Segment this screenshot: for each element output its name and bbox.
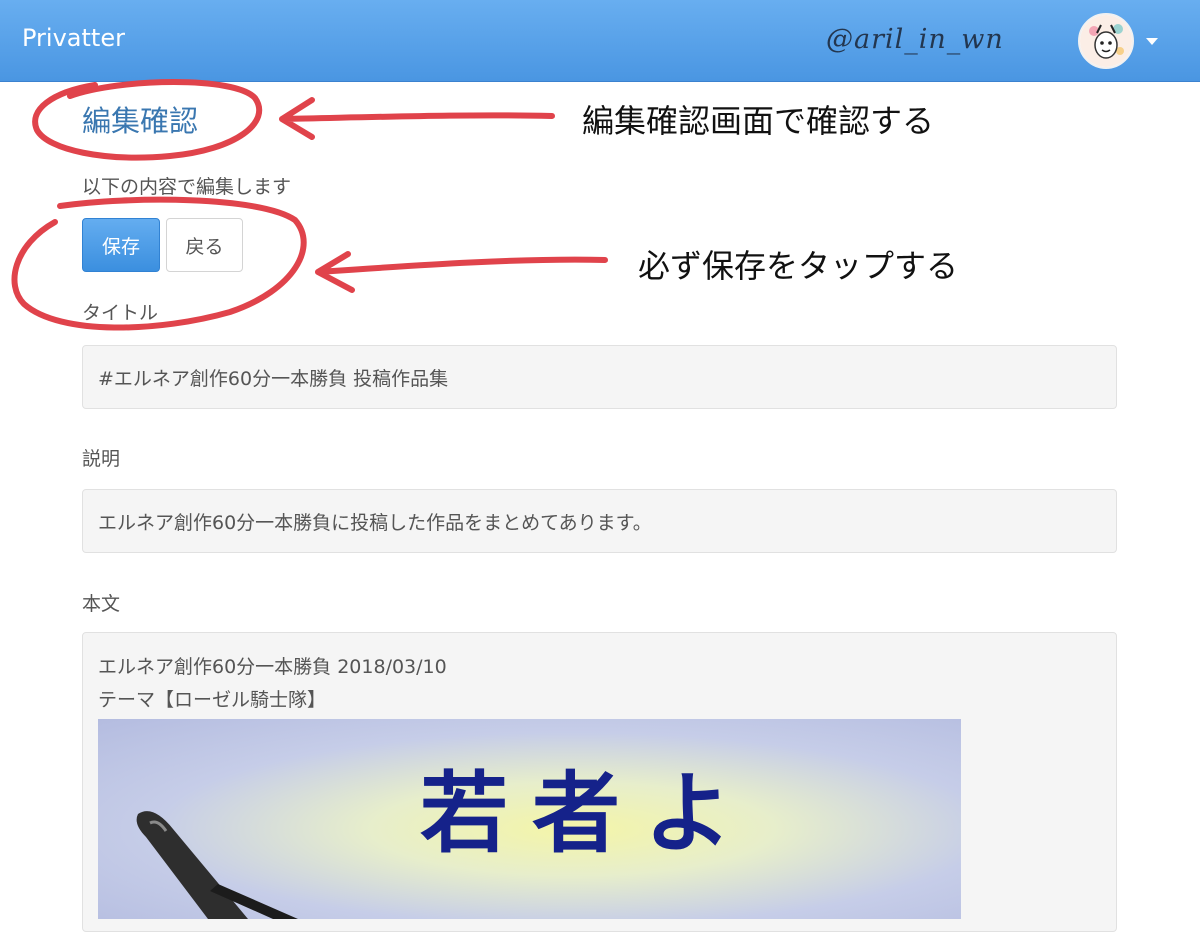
title-value: #エルネア創作60分一本勝負 投稿作品集 <box>98 367 449 390</box>
chevron-down-icon[interactable] <box>1146 38 1158 45</box>
annotation-confirm-note: 編集確認画面で確認する <box>582 102 935 140</box>
body-field: エルネア創作60分一本勝負 2018/03/10 テーマ【ローゼル騎士隊】 若者… <box>82 632 1117 932</box>
annotation-arrow-buttons <box>315 251 608 293</box>
description-field: エルネア創作60分一本勝負に投稿した作品をまとめてあります。 <box>82 489 1117 553</box>
page-subtitle: 以下の内容で編集します <box>82 176 292 198</box>
handwritten-username: @aril_in_wn <box>826 24 1004 55</box>
body-label: 本文 <box>82 593 121 615</box>
page-title: 編集確認 <box>82 104 199 138</box>
avatar-illustration-icon <box>1080 15 1132 67</box>
embedded-image-text: 若者よ <box>420 762 757 865</box>
body-line-2: テーマ【ローゼル騎士隊】 <box>98 689 327 711</box>
annotation-save-note: 必ず保存をタップする <box>638 247 959 285</box>
avatar[interactable] <box>1078 13 1134 69</box>
description-label: 説明 <box>82 448 121 470</box>
title-field: #エルネア創作60分一本勝負 投稿作品集 <box>82 345 1117 409</box>
description-value: エルネア創作60分一本勝負に投稿した作品をまとめてあります。 <box>98 511 652 534</box>
save-button[interactable]: 保存 <box>82 218 160 272</box>
top-navbar: Privatter @aril_in_wn <box>0 0 1200 82</box>
title-label: タイトル <box>82 302 159 324</box>
back-button[interactable]: 戻る <box>166 218 243 272</box>
brand-link[interactable]: Privatter <box>22 24 125 52</box>
body-line-1: エルネア創作60分一本勝負 2018/03/10 <box>98 656 447 678</box>
annotation-arrow-title <box>279 97 555 140</box>
embedded-image: 若者よ <box>98 719 961 919</box>
